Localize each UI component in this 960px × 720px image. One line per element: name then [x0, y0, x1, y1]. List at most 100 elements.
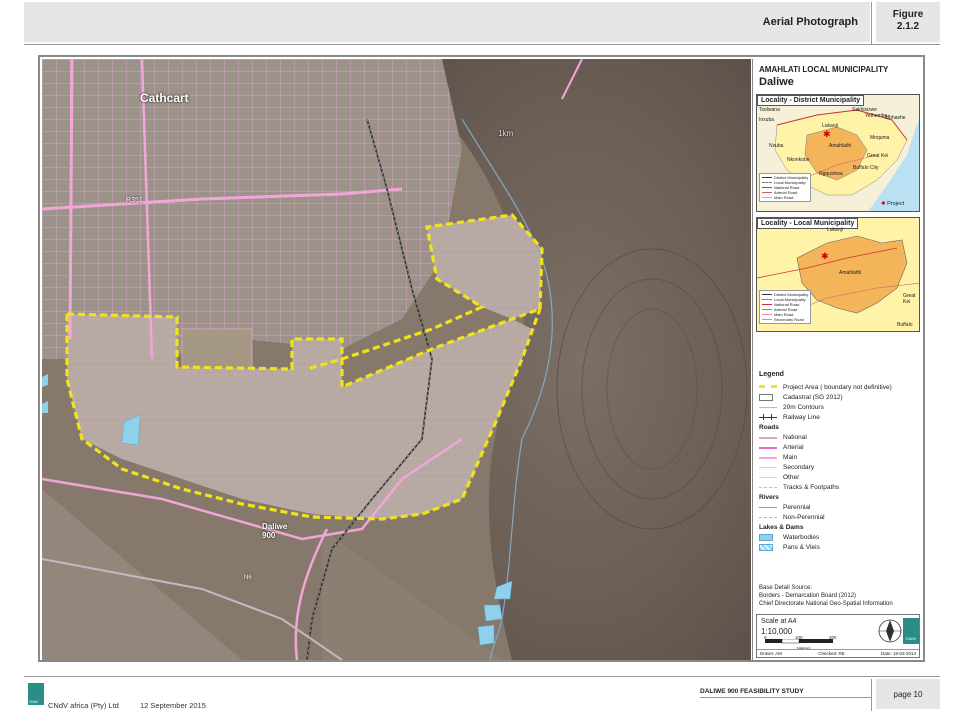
inset-place-label: Nkonkobe — [787, 157, 810, 163]
legend-item-label: Waterbodies — [783, 533, 820, 541]
legend-symbol — [759, 453, 777, 461]
inset-place-label: Amahlathi — [839, 270, 862, 276]
inset-place-label: Ngqushwa — [819, 171, 843, 177]
legend-item-label: Cadastral (SG 2012) — [783, 393, 843, 401]
inset-place-label: Yethemba — [865, 113, 888, 119]
legend-symbol — [759, 403, 777, 411]
drawing-date: Date: 18-03-2014 — [880, 651, 916, 656]
legend-group-heading: Lakes & Dams — [759, 523, 804, 531]
footer-study-title: DALIWE 900 FEASIBILITY STUDY — [700, 688, 804, 695]
n6-label: N6 — [244, 575, 252, 581]
legend-item: National — [759, 432, 919, 442]
arterial-road — [68, 59, 74, 340]
north-arrow-icon — [878, 619, 902, 643]
legend-group-heading: Roads — [759, 423, 779, 431]
base-detail-source: Base Detail Source: Borders - Demarcatio… — [759, 584, 921, 608]
legend-item-label: Non-Perennial — [783, 513, 825, 521]
footer-divider — [871, 679, 872, 711]
legend-title: Legend — [759, 371, 784, 378]
scale-tick: 0 — [764, 635, 767, 640]
legend-item: Project Area ( boundary not definitive) — [759, 382, 919, 392]
header-bar: Aerial Photograph — [24, 2, 870, 42]
inset-place-label: Mbhashe — [885, 115, 906, 121]
legend-item-label: Perennial — [783, 503, 811, 511]
drawn-by: Drawn: AM — [760, 651, 783, 656]
cndv-logo: CNdV — [903, 618, 919, 644]
legend-symbol — [759, 443, 777, 451]
legend-item: Pans & Vleis — [759, 542, 919, 552]
base-detail-cdngi: Chief Directorate National Geo-Spatial I… — [759, 601, 893, 607]
legend-item: Main — [759, 452, 919, 462]
inset-place-label: Mnquma — [870, 135, 890, 141]
drawing-info: Drawn: AM Checked: RE Date: 18-03-2014 — [757, 649, 919, 657]
legend-symbol — [759, 543, 773, 551]
inset-place-label: Lukanji — [827, 227, 843, 233]
inset-place-label: Inxuba — [759, 117, 775, 123]
legend-item-label: Tracks & Footpaths — [783, 483, 840, 491]
legend-symbol — [759, 463, 777, 471]
legend-item: Cadastral (SG 2012) — [759, 392, 919, 402]
legend-item: Perennial — [759, 502, 919, 512]
legend-item: Non-Perennial — [759, 512, 919, 522]
panel-title: AMAHLATI LOCAL MUNICIPALITY — [759, 65, 889, 74]
local-inset-legend: District Municipality Local Municipality… — [759, 290, 812, 324]
legend-symbol — [759, 383, 777, 391]
legend-item-label: Railway Line — [783, 413, 820, 421]
legend-item-label: Other — [783, 473, 800, 481]
aerial-photo[interactable] — [42, 59, 751, 660]
figure-label: Figure — [892, 9, 924, 20]
road-label: R351 — [126, 197, 143, 204]
legend-symbol — [759, 503, 777, 511]
area-name: Daliwe — [262, 522, 288, 531]
report-page: Aerial Photograph Figure 2.1.2 Cathcart … — [0, 0, 960, 720]
legend-symbol — [759, 433, 777, 441]
legend-symbol — [759, 413, 777, 421]
legend-item: Arterial — [759, 442, 919, 452]
figure-id: 2.1.2 — [896, 21, 920, 32]
scale-label: Scale at A4 — [761, 618, 797, 625]
scale-tick: 100 — [795, 635, 803, 640]
figure-number: Figure 2.1.2 — [876, 2, 940, 42]
inset-place-label: Great Kei — [867, 153, 889, 159]
header-title: Aerial Photograph — [762, 16, 858, 28]
company-logo: CNdV — [28, 683, 44, 705]
footer-date: 12 September 2015 — [140, 701, 206, 710]
legend-item: Waterbodies — [759, 532, 919, 542]
scale-tick: 200 — [829, 635, 837, 640]
svg-text:✱: ✱ — [823, 130, 831, 140]
inset-place-label: Nxuba — [769, 143, 784, 149]
legend-item: 20m Contours — [759, 402, 919, 412]
scale-box: Scale at A4 1:10,000 0 100 200 Meters CN… — [756, 614, 920, 658]
area-label: Daliwe 900 — [262, 522, 287, 540]
district-inset-legend: District Municipality Local Municipality… — [759, 173, 812, 202]
legend-item-label: Project Area ( boundary not definitive) — [783, 383, 892, 391]
legend-symbol — [759, 483, 777, 491]
inset-place-label: Lukanji — [822, 123, 838, 129]
header-rule — [24, 44, 940, 45]
footer-study-rule — [700, 697, 872, 698]
map-legend: Legend Project Area ( boundary not defin… — [759, 371, 919, 552]
legend-item: Other — [759, 472, 919, 482]
legend-group-heading: Rivers — [759, 493, 779, 501]
page-number: page 10 — [876, 679, 940, 709]
header-divider — [871, 2, 872, 44]
legend-item-label: Secondary — [783, 463, 815, 471]
area-number: 900 — [262, 531, 276, 540]
legend-symbol — [759, 473, 777, 481]
legend-symbol — [759, 393, 773, 401]
town-label: Cathcart — [140, 91, 189, 105]
inset-title: Locality - District Municipality — [757, 95, 865, 106]
base-detail-borders: Borders - Demarcation Board (2012) — [759, 593, 857, 599]
inset-place-label: Buffalo City — [853, 165, 879, 171]
district-locality-inset: Locality - District Municipality ✱ Tsolw… — [756, 94, 920, 212]
legend-item-label: Pans & Vleis — [783, 543, 820, 551]
inset-place-label: Amahlathi — [829, 143, 852, 149]
inset-title: Locality - Local Municipality — [757, 218, 859, 229]
distance-label: 1km — [498, 129, 514, 138]
legend-symbol — [759, 513, 777, 521]
map-side-panel: AMAHLATI LOCAL MUNICIPALITY Daliwe Local… — [752, 59, 923, 660]
legend-item-label: Arterial — [783, 443, 804, 451]
inset-place-label: Buffalo — [897, 322, 913, 328]
footer-rule — [24, 676, 940, 677]
legend-item-label: Main — [783, 453, 798, 461]
